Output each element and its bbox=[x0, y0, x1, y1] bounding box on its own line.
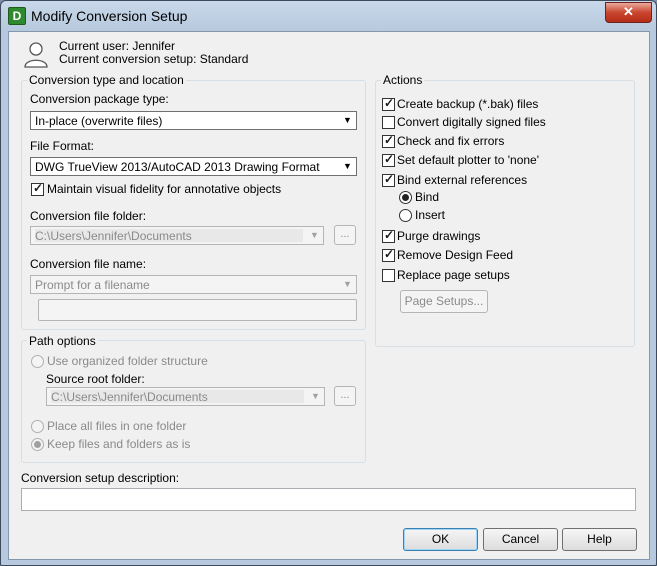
check-icon: ✓ bbox=[33, 181, 44, 195]
one-folder-label: Place all files in one folder bbox=[47, 419, 187, 433]
replace-setups-checkbox[interactable] bbox=[382, 269, 395, 282]
dialog-title: Modify Conversion Setup bbox=[31, 8, 188, 24]
create-backup-label: Create backup (*.bak) files bbox=[397, 97, 539, 111]
source-root-value: C:\Users\Jennifer\Documents bbox=[51, 390, 208, 404]
file-format-dropdown[interactable]: DWG TrueView 2013/AutoCAD 2013 Drawing F… bbox=[30, 157, 357, 176]
dialog-client-area: Current user: Jennifer Current conversio… bbox=[8, 31, 650, 560]
description-input[interactable] bbox=[21, 488, 636, 511]
file-format-value: DWG TrueView 2013/AutoCAD 2013 Drawing F… bbox=[35, 160, 320, 174]
file-format-label: File Format: bbox=[30, 139, 95, 153]
remove-feed-checkbox[interactable]: ✓ bbox=[382, 247, 395, 262]
chevron-down-icon: ▼ bbox=[343, 279, 352, 289]
chevron-down-icon: ▼ bbox=[343, 161, 352, 171]
create-backup-checkbox[interactable]: ✓ bbox=[382, 96, 395, 111]
replace-setups-label: Replace page setups bbox=[397, 268, 510, 282]
keep-radio[interactable] bbox=[31, 438, 44, 451]
bind-xrefs-label: Bind external references bbox=[397, 173, 528, 187]
cancel-button[interactable]: Cancel bbox=[483, 528, 558, 551]
convert-signed-checkbox[interactable] bbox=[382, 116, 395, 129]
check-fix-checkbox[interactable]: ✓ bbox=[382, 133, 395, 148]
purge-checkbox[interactable]: ✓ bbox=[382, 228, 395, 243]
default-plotter-label: Set default plotter to 'none' bbox=[397, 153, 540, 167]
chevron-down-icon: ▼ bbox=[310, 230, 319, 240]
check-icon: ✓ bbox=[384, 247, 395, 261]
folder-label: Conversion file folder: bbox=[30, 209, 147, 223]
source-root-browse-button[interactable]: ... bbox=[334, 386, 356, 406]
radio-dot bbox=[402, 194, 409, 201]
file-name-textbox[interactable] bbox=[38, 299, 357, 321]
keep-label: Keep files and folders as is bbox=[47, 437, 191, 451]
current-setup-label: Current conversion setup: Standard bbox=[59, 52, 249, 66]
description-label: Conversion setup description: bbox=[21, 471, 180, 485]
bind-xrefs-checkbox[interactable]: ✓ bbox=[382, 172, 395, 187]
check-icon: ✓ bbox=[384, 96, 395, 110]
check-fix-label: Check and fix errors bbox=[397, 134, 505, 148]
source-root-dropdown[interactable]: C:\Users\Jennifer\Documents ▼ bbox=[46, 387, 325, 406]
file-name-label: Conversion file name: bbox=[30, 257, 147, 271]
current-user-label: Current user: Jennifer bbox=[59, 39, 176, 53]
bind-radio[interactable] bbox=[399, 191, 412, 204]
chevron-down-icon: ▼ bbox=[343, 115, 352, 125]
check-icon: ✓ bbox=[384, 228, 395, 242]
conversion-group-title: Conversion type and location bbox=[27, 73, 186, 87]
path-options-group-title: Path options bbox=[27, 334, 98, 348]
dialog-window: D Modify Conversion Setup ✕ Current user… bbox=[0, 0, 657, 566]
organized-radio[interactable] bbox=[31, 355, 44, 368]
bind-radio-label: Bind bbox=[415, 190, 440, 204]
check-icon: ✓ bbox=[384, 152, 395, 166]
insert-radio[interactable] bbox=[399, 209, 412, 222]
file-name-value: Prompt for a filename bbox=[35, 278, 150, 292]
package-type-label: Conversion package type: bbox=[30, 92, 169, 106]
package-type-dropdown[interactable]: In-place (overwrite files) ▼ bbox=[30, 111, 357, 130]
page-setups-button[interactable]: Page Setups... bbox=[400, 290, 488, 313]
app-icon: D bbox=[8, 7, 26, 25]
fidelity-label: Maintain visual fidelity for annotative … bbox=[47, 182, 282, 196]
actions-group-title: Actions bbox=[381, 73, 425, 87]
check-icon: ✓ bbox=[384, 133, 395, 147]
remove-feed-label: Remove Design Feed bbox=[397, 248, 514, 262]
convert-signed-label: Convert digitally signed files bbox=[397, 115, 546, 129]
file-name-dropdown[interactable]: Prompt for a filename ▼ bbox=[30, 275, 357, 294]
one-folder-radio[interactable] bbox=[31, 420, 44, 433]
default-plotter-checkbox[interactable]: ✓ bbox=[382, 152, 395, 167]
close-button[interactable]: ✕ bbox=[605, 2, 652, 23]
chevron-down-icon: ▼ bbox=[311, 391, 320, 401]
title-bar[interactable]: D Modify Conversion Setup ✕ bbox=[1, 1, 656, 31]
purge-label: Purge drawings bbox=[397, 229, 481, 243]
radio-dot bbox=[34, 441, 41, 448]
ok-button[interactable]: OK bbox=[403, 528, 478, 551]
fidelity-checkbox[interactable]: ✓ bbox=[31, 181, 44, 196]
help-button[interactable]: Help bbox=[562, 528, 637, 551]
organized-label: Use organized folder structure bbox=[47, 354, 208, 368]
user-icon bbox=[24, 42, 48, 68]
package-type-value: In-place (overwrite files) bbox=[35, 114, 163, 128]
folder-value: C:\Users\Jennifer\Documents bbox=[35, 229, 192, 243]
insert-radio-label: Insert bbox=[415, 208, 446, 222]
folder-dropdown[interactable]: C:\Users\Jennifer\Documents ▼ bbox=[30, 226, 324, 245]
source-root-label: Source root folder: bbox=[46, 372, 145, 386]
folder-browse-button[interactable]: ... bbox=[334, 225, 356, 245]
check-icon: ✓ bbox=[384, 172, 395, 186]
